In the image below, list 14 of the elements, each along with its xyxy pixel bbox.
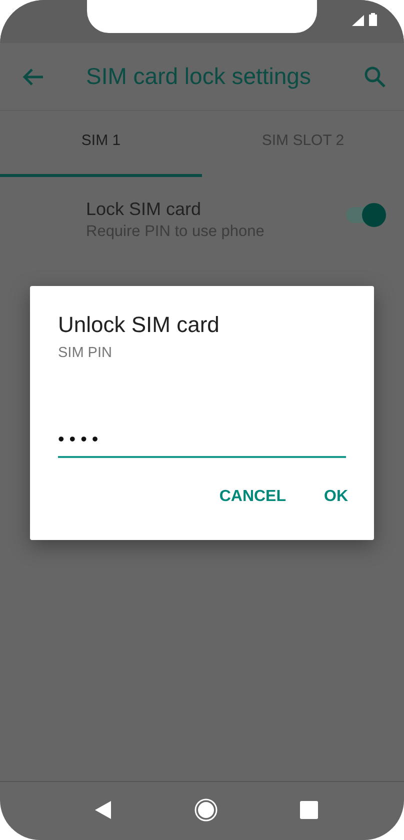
- back-arrow-icon[interactable]: [22, 68, 44, 86]
- dialog-subtitle: SIM PIN: [58, 345, 112, 361]
- dialog-title: Unlock SIM card: [58, 312, 220, 338]
- setting-title: Lock SIM card: [86, 199, 202, 220]
- home-icon[interactable]: [194, 798, 218, 822]
- back-icon[interactable]: [94, 800, 112, 820]
- dialog-button[interactable]: CANCEL: [207, 482, 298, 512]
- search-icon[interactable]: [364, 66, 386, 88]
- battery-icon: [369, 13, 377, 26]
- dialog-button[interactable]: OK: [312, 482, 360, 512]
- signal-icon: [352, 15, 364, 26]
- pin-field[interactable]: ••••: [58, 429, 346, 458]
- sim-tab[interactable]: SIM 1: [0, 111, 202, 177]
- screen-title: SIM card lock settings: [86, 63, 312, 90]
